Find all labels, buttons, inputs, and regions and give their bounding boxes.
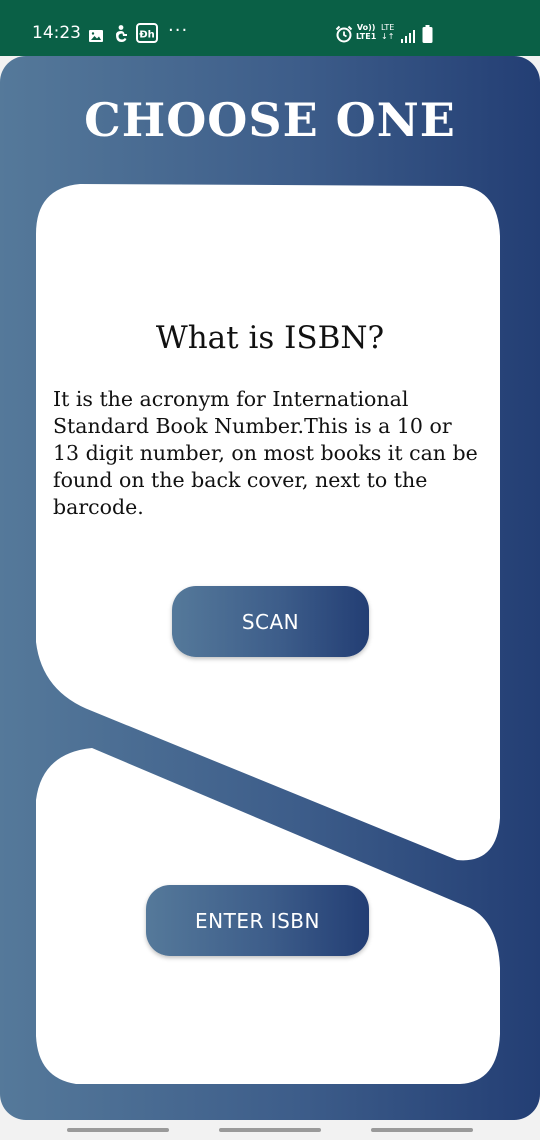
status-time: 14:23 bbox=[32, 23, 81, 43]
battery-icon bbox=[422, 25, 433, 43]
main-card: CHOOSE ONE What is ISBN? It is the acron… bbox=[0, 56, 540, 1120]
enter-isbn-button[interactable]: ENTER ISBN bbox=[146, 885, 369, 956]
navigation-bar bbox=[0, 1120, 540, 1140]
nav-home-handle[interactable] bbox=[219, 1128, 321, 1132]
signal-icon bbox=[401, 30, 415, 43]
svg-text:Ðh: Ðh bbox=[139, 30, 155, 41]
lte-line1: LTE bbox=[381, 23, 395, 32]
status-bar: 14:23 Ðh ··· Vo)) LTE1 LTE ↓↑ bbox=[0, 0, 540, 56]
nav-recents-handle[interactable] bbox=[67, 1128, 169, 1132]
overflow-indicator: ··· bbox=[168, 20, 189, 41]
isbn-description: It is the acronym for International Stan… bbox=[53, 387, 478, 519]
app-dh-icon: Ðh bbox=[136, 23, 158, 43]
image-icon bbox=[89, 30, 103, 42]
volte-line1: Vo)) bbox=[356, 23, 376, 32]
nav-back-handle[interactable] bbox=[371, 1128, 473, 1132]
lte-indicator: LTE ↓↑ bbox=[381, 23, 394, 41]
lte-line2: ↓↑ bbox=[381, 32, 395, 41]
accessibility-icon bbox=[116, 25, 127, 42]
alarm-icon bbox=[335, 25, 353, 43]
isbn-heading: What is ISBN? bbox=[155, 320, 385, 356]
volte-indicator: Vo)) LTE1 bbox=[356, 23, 376, 41]
volte-line2: LTE1 bbox=[356, 32, 377, 41]
scan-button[interactable]: SCAN bbox=[172, 586, 369, 657]
